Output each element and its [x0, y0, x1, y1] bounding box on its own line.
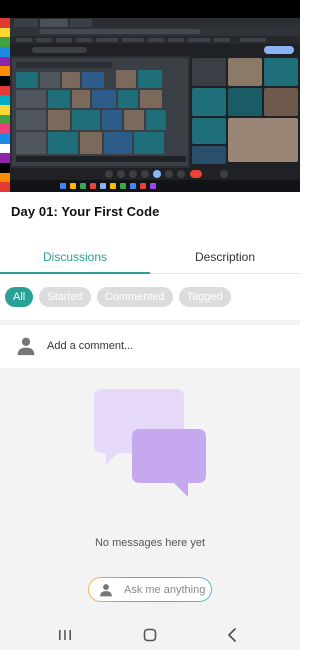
tab-bar: Discussions Description	[0, 244, 300, 274]
filter-tagged[interactable]: Tagged	[178, 287, 231, 307]
shared-screen	[10, 56, 190, 168]
comment-placeholder: Add a comment...	[47, 340, 134, 352]
status-bar	[0, 0, 300, 18]
video-player[interactable]	[0, 18, 300, 192]
lesson-title: Day 01: Your First Code	[11, 204, 160, 219]
taskbar	[10, 180, 300, 192]
filter-chips: All Started Commented Tagged	[5, 287, 231, 307]
browser-address-bar	[10, 27, 300, 36]
meeting-controls	[10, 168, 300, 180]
recents-icon[interactable]	[56, 626, 74, 644]
add-comment-input[interactable]: Add a comment...	[0, 325, 300, 368]
screen: Day 01: Your First Code Discussions Desc…	[0, 0, 300, 650]
empty-message: No messages here yet	[94, 537, 206, 549]
tab-description[interactable]: Description	[195, 250, 255, 264]
bookmarks-bar	[10, 36, 300, 44]
system-nav-bar	[0, 620, 300, 650]
ask-me-anything-button[interactable]: Ask me anything	[88, 577, 212, 602]
home-icon[interactable]	[141, 626, 159, 644]
ask-me-anything-label: Ask me anything	[124, 584, 206, 596]
person-icon	[100, 584, 112, 597]
back-icon[interactable]	[224, 626, 242, 644]
empty-state: No messages here yet Ask me anything	[0, 368, 300, 620]
meeting-header	[10, 44, 300, 56]
active-tab-indicator	[0, 272, 150, 274]
filter-started[interactable]: Started	[39, 287, 91, 307]
filter-commented[interactable]: Commented	[96, 287, 173, 307]
chat-bubbles-icon	[94, 389, 206, 497]
browser-tab-strip	[10, 18, 300, 27]
user-avatar-icon	[17, 337, 35, 356]
tab-discussions[interactable]: Discussions	[43, 250, 107, 264]
participant-grid	[190, 56, 300, 168]
filter-all[interactable]: All	[5, 287, 34, 307]
color-strip	[0, 18, 10, 192]
